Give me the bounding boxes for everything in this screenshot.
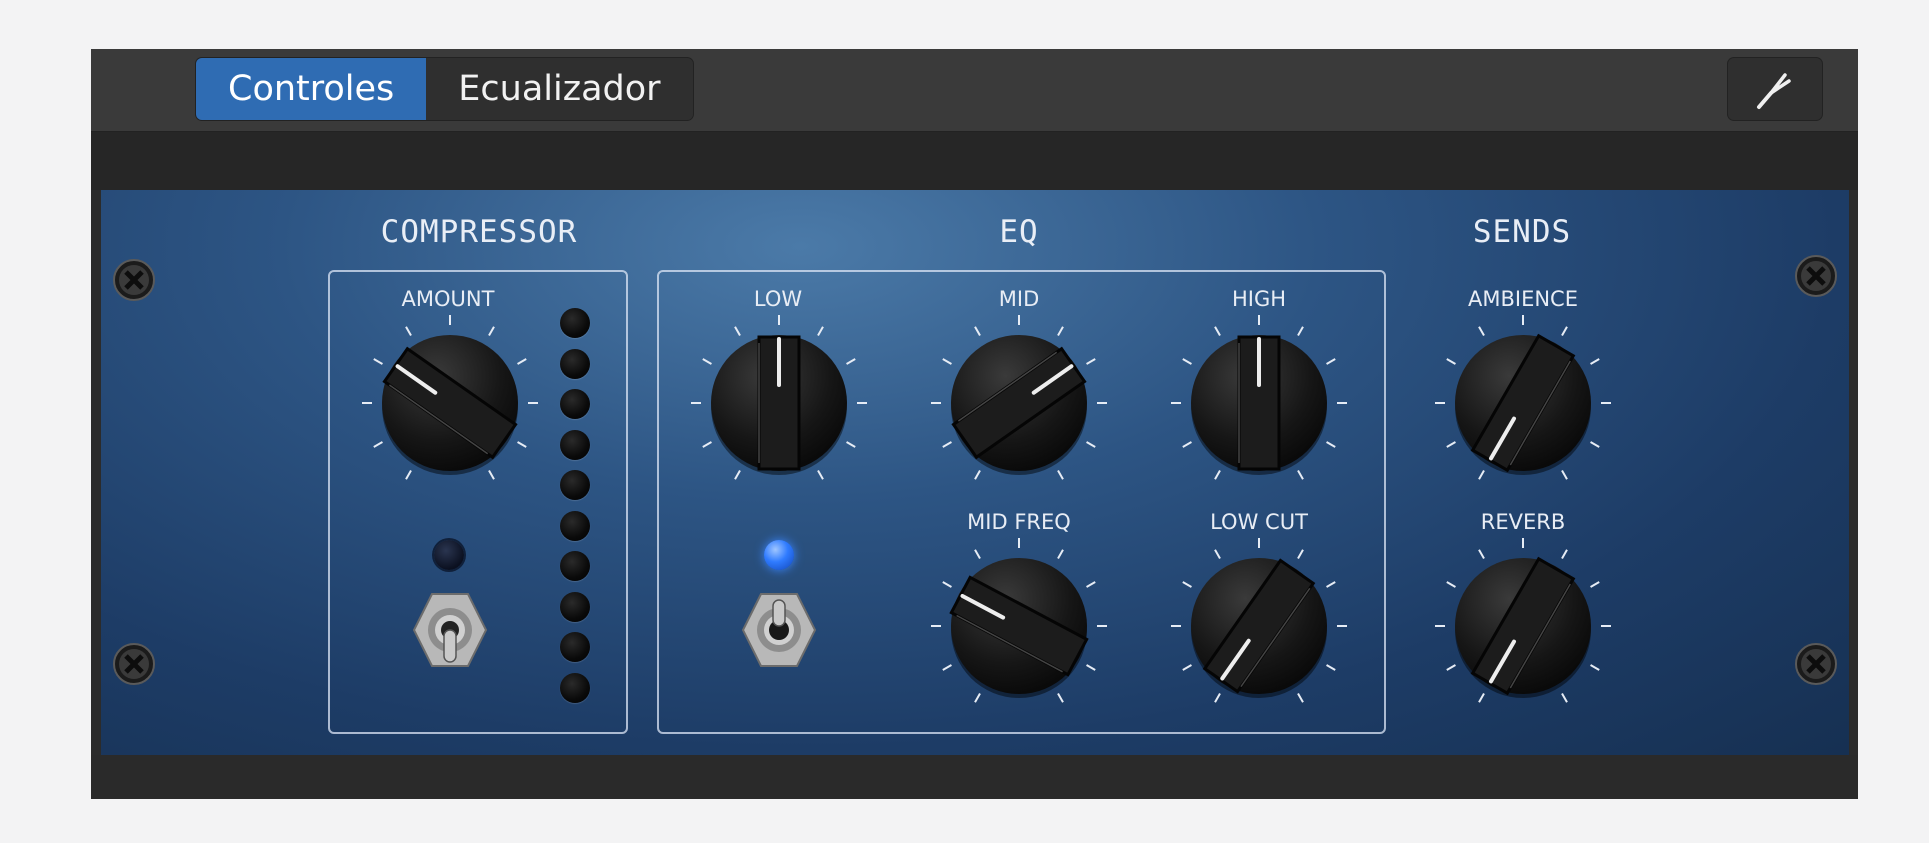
reverb-knob[interactable] — [1433, 536, 1613, 716]
meter-led — [560, 348, 590, 379]
header-strip — [91, 132, 1858, 190]
eq-title: EQ — [999, 214, 1039, 250]
knob-label-mid-freq: MID FREQ — [967, 510, 1071, 534]
knob-label-high: HIGH — [1231, 287, 1287, 311]
compressor-status-led — [434, 540, 464, 570]
meter-led — [560, 591, 590, 622]
knob-label-low: LOW — [753, 287, 803, 311]
knob-label-amount: AMOUNT — [401, 287, 495, 311]
eq-toggle-switch[interactable] — [741, 590, 817, 670]
compressor-title: COMPRESSOR — [380, 214, 578, 250]
tab-controles[interactable]: Controles — [196, 58, 427, 120]
mid-knob[interactable] — [929, 313, 1109, 493]
knob-label-ambience: AMBIENCE — [1468, 287, 1578, 311]
eq-status-led — [764, 540, 794, 570]
mid-freq-knob[interactable] — [929, 536, 1109, 716]
tuner-button[interactable] — [1728, 58, 1822, 120]
tab-ecualizador[interactable]: Ecualizador — [426, 58, 693, 120]
meter-led — [560, 672, 590, 703]
knob-label-reverb: REVERB — [1480, 510, 1566, 534]
meter-led — [560, 551, 590, 581]
low-knob[interactable] — [689, 313, 869, 493]
compressor-toggle-switch[interactable] — [412, 590, 488, 670]
meter-led — [560, 429, 590, 460]
screw-icon — [113, 259, 155, 301]
top-toolbar: Controles Ecualizador — [91, 49, 1858, 132]
screw-icon — [113, 643, 155, 685]
low-cut-knob[interactable] — [1169, 536, 1349, 716]
screw-icon — [1795, 643, 1837, 685]
meter-led — [560, 470, 590, 500]
meter-led — [560, 510, 590, 541]
knob-label-mid: MID — [998, 287, 1040, 311]
knob-label-low-cut: LOW CUT — [1210, 510, 1308, 534]
bottom-strip — [91, 755, 1858, 799]
high-knob[interactable] — [1169, 313, 1349, 493]
meter-led — [560, 632, 590, 662]
amount-knob[interactable] — [360, 313, 540, 493]
screw-icon — [1795, 255, 1837, 297]
ambience-knob[interactable] — [1433, 313, 1613, 493]
sends-title: SENDS — [1472, 214, 1572, 250]
view-segmented-control: Controles Ecualizador — [196, 58, 693, 120]
meter-led — [560, 389, 590, 419]
tuning-fork-icon — [1757, 73, 1791, 109]
meter-led — [560, 308, 590, 338]
